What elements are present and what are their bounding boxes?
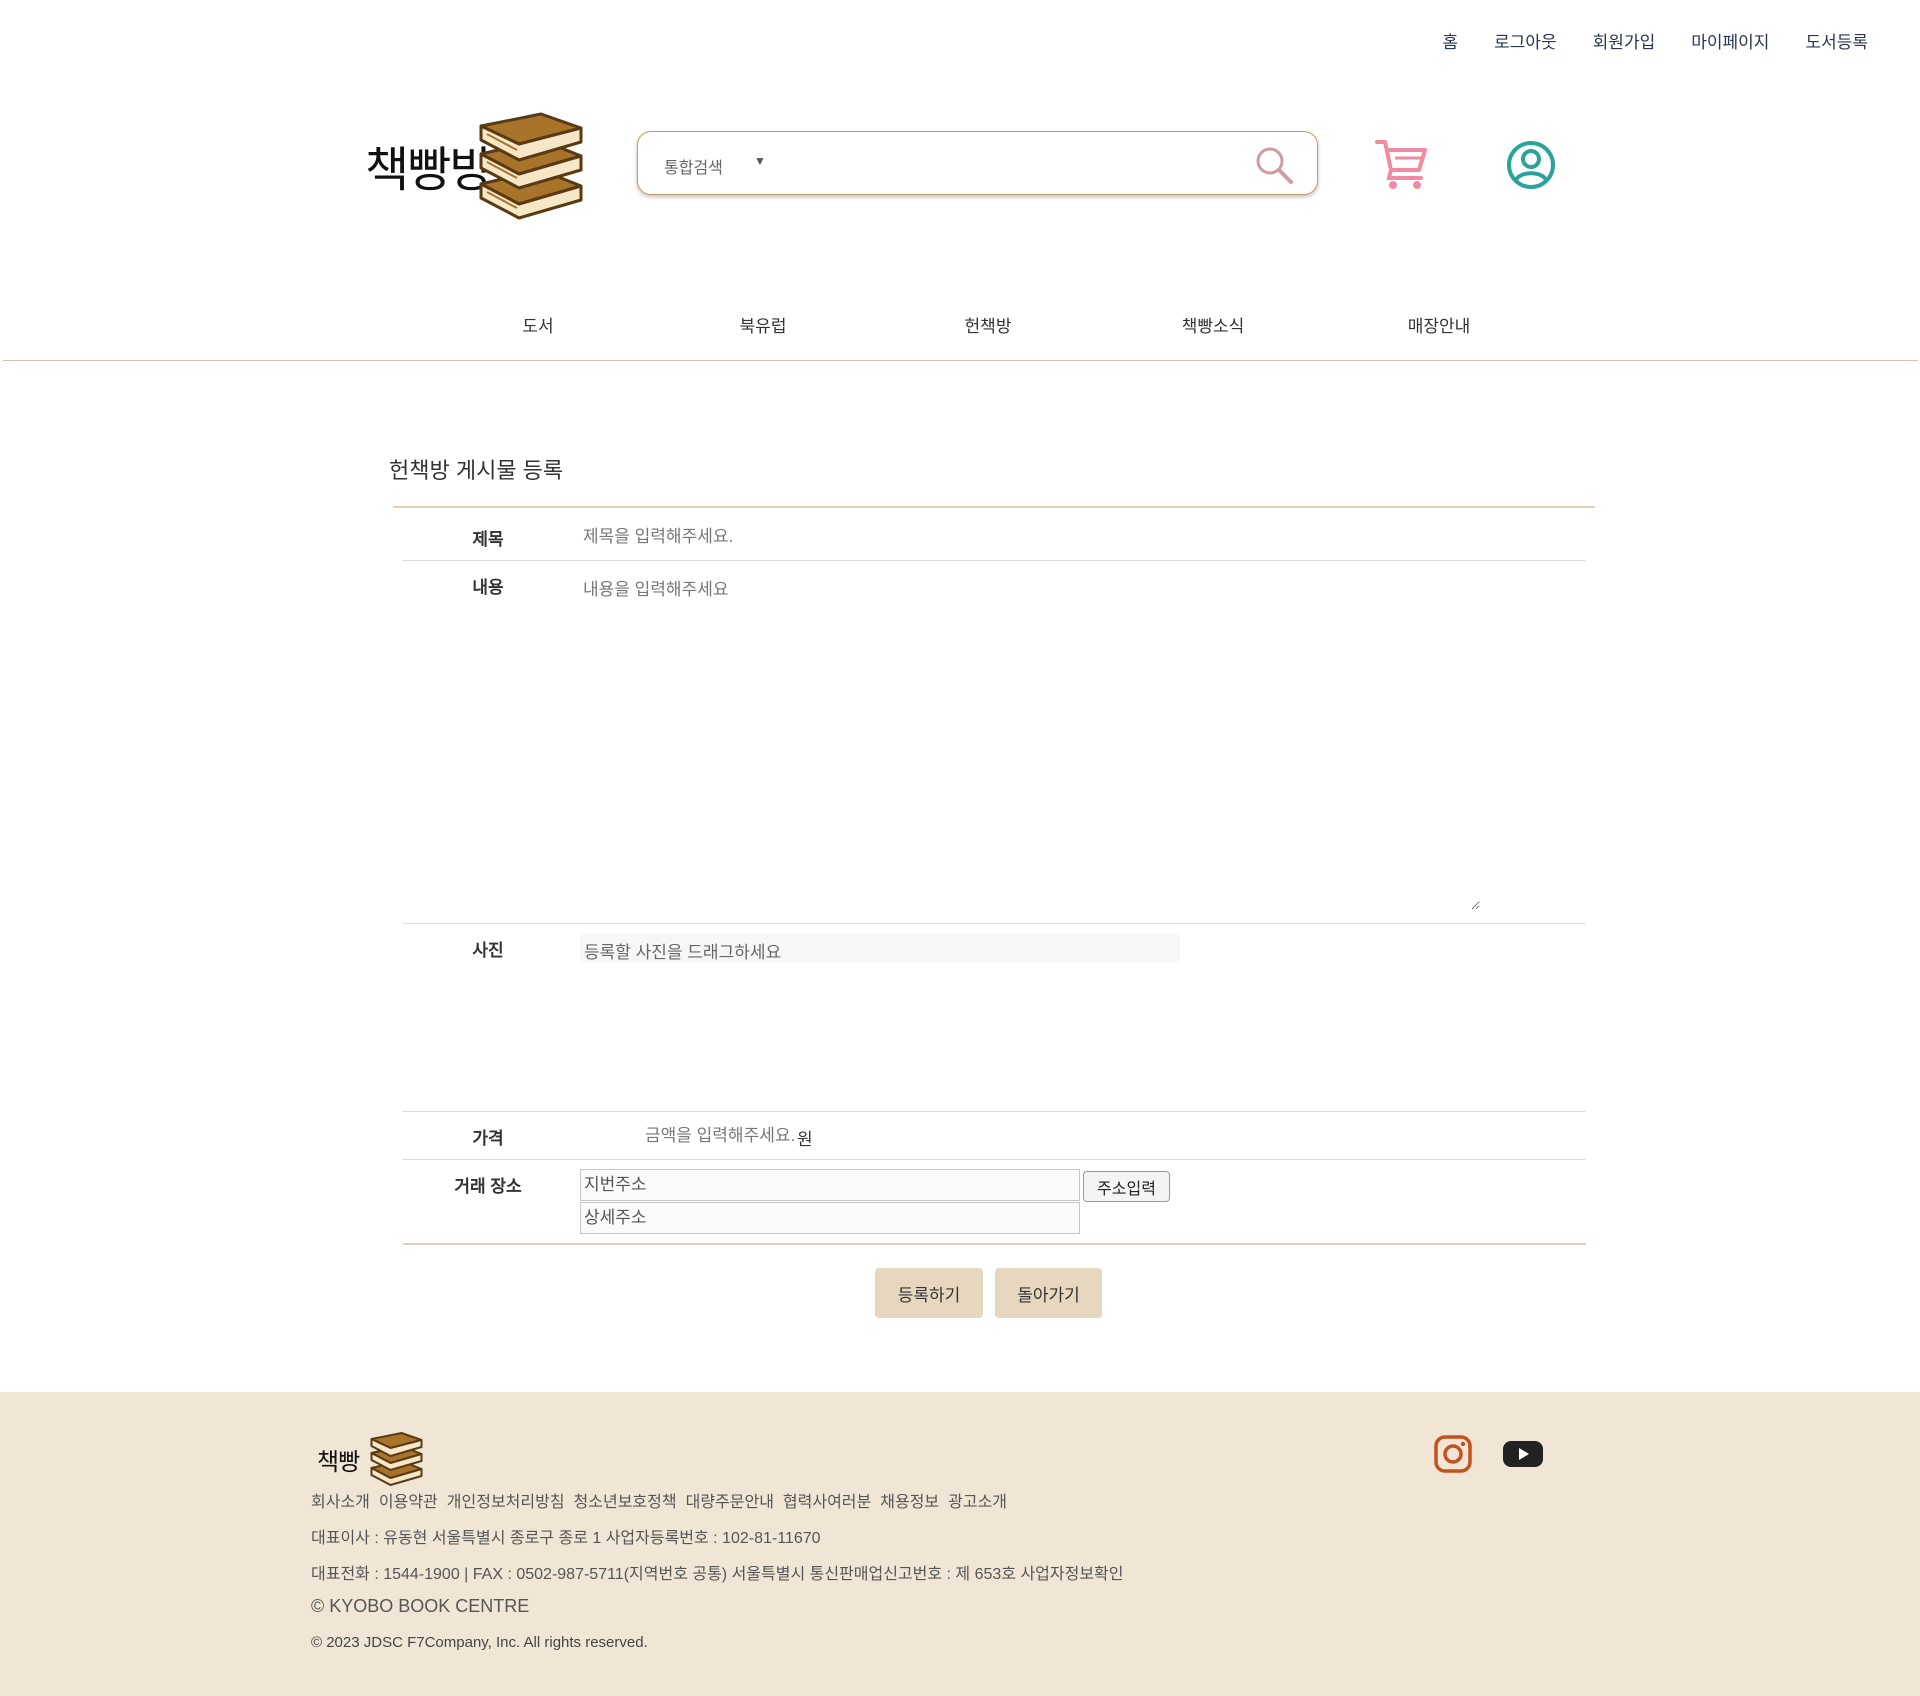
top-link-mypage[interactable]: 마이페이지 xyxy=(1691,28,1769,53)
user-icon[interactable] xyxy=(1505,139,1557,191)
place-label: 거래 장소 xyxy=(454,1177,522,1196)
price-label: 가격 xyxy=(472,1129,504,1148)
footer-link-partners[interactable]: 협력사여러분 xyxy=(783,1488,871,1512)
nav-item-used-books[interactable]: 헌책방 xyxy=(965,312,1012,337)
price-field[interactable] xyxy=(643,1123,799,1149)
nav-item-nordic[interactable]: 북유럽 xyxy=(740,312,787,337)
row-divider xyxy=(403,923,1586,924)
submit-button[interactable]: 등록하기 xyxy=(875,1268,983,1318)
main-nav: 도서 북유럽 헌책방 책빵소식 매장안내 xyxy=(0,312,1920,336)
top-link-home[interactable]: 홈 xyxy=(1442,28,1458,53)
content-textarea[interactable] xyxy=(581,573,1480,910)
footer-copyright: © 2023 JDSC F7Company, Inc. All rights r… xyxy=(311,1634,648,1651)
footer-link-careers[interactable]: 채용정보 xyxy=(880,1488,939,1512)
footer-logo-text: 책빵 xyxy=(317,1448,360,1476)
books-icon xyxy=(370,1432,423,1486)
form-bottom-divider xyxy=(403,1243,1586,1245)
top-link-signup[interactable]: 회원가입 xyxy=(1593,28,1656,53)
top-link-book-register[interactable]: 도서등록 xyxy=(1805,28,1868,53)
youtube-icon[interactable] xyxy=(1502,1438,1544,1470)
footer-link-company[interactable]: 회사소개 xyxy=(311,1488,370,1512)
back-button[interactable]: 돌아가기 xyxy=(995,1268,1102,1318)
title-label: 제목 xyxy=(472,530,504,549)
footer-link-terms[interactable]: 이용약관 xyxy=(379,1488,438,1512)
books-icon xyxy=(479,112,583,220)
photo-label: 사진 xyxy=(472,941,504,960)
search-category-select[interactable]: 통합검색 xyxy=(664,154,723,178)
row-divider xyxy=(403,1159,1586,1160)
top-links: 홈 로그아웃 회원가입 마이페이지 도서등록 xyxy=(1442,28,1868,53)
content-label: 내용 xyxy=(472,578,504,597)
footer-link-ads[interactable]: 광고소개 xyxy=(948,1488,1007,1512)
row-divider xyxy=(403,560,1586,561)
row-divider xyxy=(403,1111,1586,1112)
search-input[interactable] xyxy=(788,144,1212,184)
detail-address-field[interactable] xyxy=(580,1202,1080,1234)
footer-link-privacy[interactable]: 개인정보처리방침 xyxy=(447,1488,565,1512)
search-icon[interactable] xyxy=(1253,144,1295,186)
nav-divider xyxy=(3,360,1918,361)
footer-ceo-info: 대표이사 : 유동현 서울특별시 종로구 종로 1 사업자등록번호 : 102-… xyxy=(311,1530,821,1547)
nav-item-books[interactable]: 도서 xyxy=(522,312,553,337)
price-unit: 원 xyxy=(797,1130,813,1149)
address-field[interactable] xyxy=(580,1169,1080,1201)
nav-item-news[interactable]: 책빵소식 xyxy=(1182,312,1245,337)
top-link-logout[interactable]: 로그아웃 xyxy=(1494,28,1557,53)
photo-dropzone[interactable]: 등록할 사진을 드래그하세요 xyxy=(580,933,1180,963)
footer-link-bulk-order[interactable]: 대량주문안내 xyxy=(686,1488,774,1512)
footer-logo[interactable]: 책빵 xyxy=(315,1430,430,1488)
footer-link-youth[interactable]: 청소년보호정책 xyxy=(574,1488,677,1512)
search-bar: 통합검색 ▼ xyxy=(637,131,1318,195)
footer-links: 회사소개 이용약관 개인정보처리방침 청소년보호정책 대량주문안내 협력사여러분… xyxy=(311,1488,1007,1512)
footer-copyright-kyobo: © KYOBO BOOK CENTRE xyxy=(311,1596,530,1616)
title-field[interactable] xyxy=(581,524,1585,550)
logo[interactable]: 책빵방 xyxy=(365,112,587,222)
page-title: 헌책방 게시물 등록 xyxy=(389,458,564,483)
form-top-divider xyxy=(393,506,1595,508)
footer xyxy=(0,1392,1920,1696)
footer-contact-info: 대표전화 : 1544-1900 | FAX : 0502-987-5711(지… xyxy=(311,1566,1124,1583)
instagram-icon[interactable] xyxy=(1433,1434,1473,1474)
caret-down-icon[interactable]: ▼ xyxy=(754,154,766,168)
nav-item-store-info[interactable]: 매장안내 xyxy=(1408,312,1471,337)
address-search-button[interactable]: 주소입력 xyxy=(1083,1171,1170,1202)
cart-icon[interactable] xyxy=(1375,136,1429,190)
